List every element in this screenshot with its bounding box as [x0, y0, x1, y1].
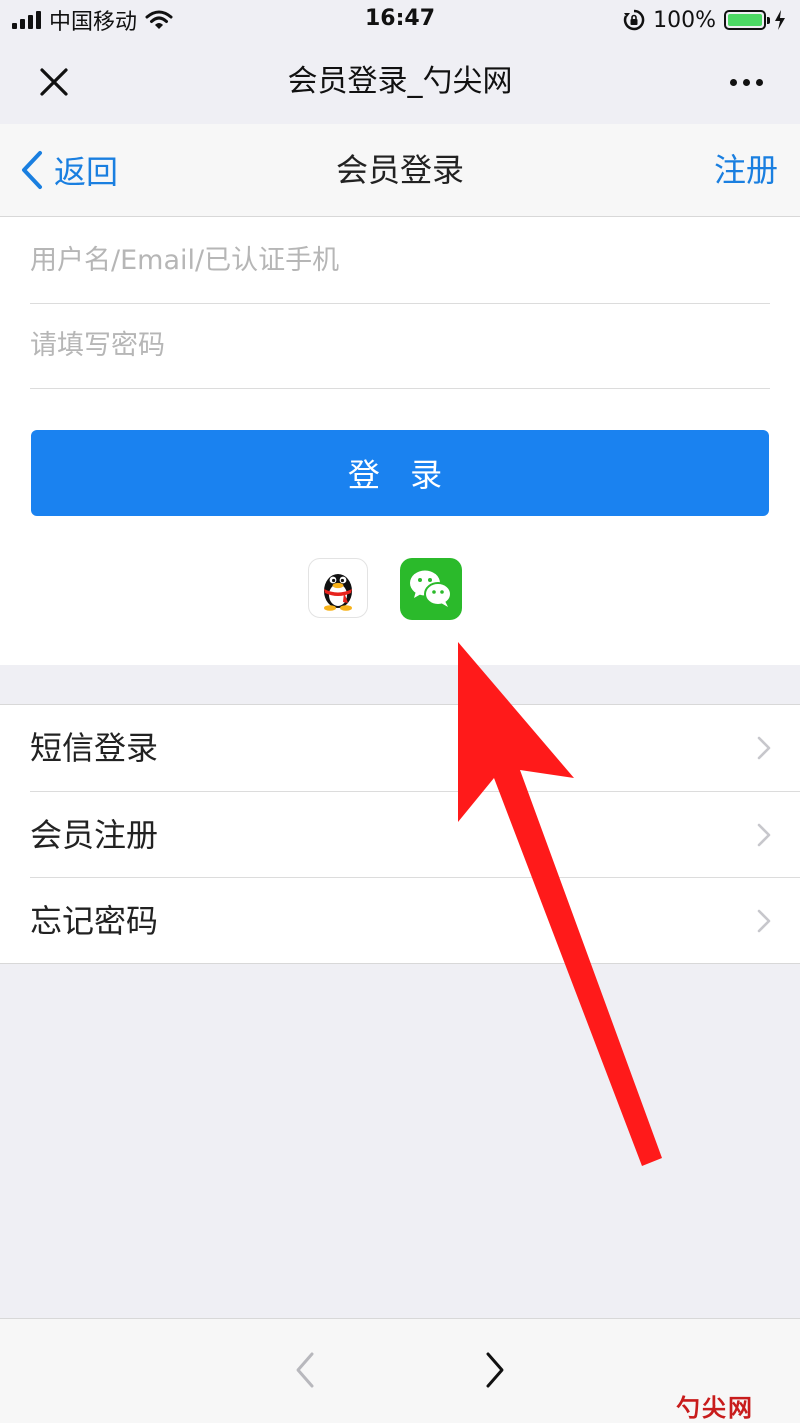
options-list: 短信登录 会员注册 忘记密码 — [0, 704, 800, 964]
qq-login-button[interactable] — [308, 558, 368, 618]
member-register-item[interactable]: 会员注册 — [0, 792, 800, 878]
chevron-left-icon — [22, 151, 42, 189]
charging-icon — [775, 10, 785, 30]
register-link[interactable]: 注册 — [714, 146, 778, 194]
menu-item-label: 会员注册 — [30, 816, 159, 854]
back-button[interactable]: 返回 — [20, 146, 118, 194]
password-input[interactable] — [30, 302, 770, 388]
chevron-right-icon — [757, 823, 771, 847]
close-icon — [40, 68, 68, 96]
wechat-icon — [410, 570, 452, 607]
status-right: 100% — [623, 6, 786, 34]
browser-back-button[interactable] — [290, 1350, 320, 1390]
wechat-login-button[interactable] — [400, 558, 462, 620]
back-label: 返回 — [54, 153, 119, 191]
more-button[interactable] — [722, 62, 770, 102]
login-button[interactable]: 登 录 — [31, 430, 769, 516]
chevron-right-icon — [486, 1352, 504, 1388]
wechat-title-bar — [0, 40, 800, 124]
battery-icon — [724, 10, 770, 30]
chevron-left-icon — [296, 1352, 314, 1388]
sms-login-item[interactable]: 短信登录 — [0, 705, 800, 791]
menu-item-label: 短信登录 — [30, 729, 159, 767]
forgot-password-item[interactable]: 忘记密码 — [0, 878, 800, 964]
browser-forward-button[interactable] — [480, 1350, 510, 1390]
rotation-lock-icon — [623, 9, 645, 31]
password-field-row — [30, 302, 770, 389]
menu-item-label: 忘记密码 — [30, 902, 159, 940]
battery-percent: 100% — [653, 7, 716, 33]
page-nav-bar — [0, 124, 800, 217]
qq-penguin-icon — [324, 574, 352, 611]
watermark: 勺尖网 — [676, 1393, 754, 1422]
close-button[interactable] — [30, 62, 78, 102]
chevron-right-icon — [757, 909, 771, 933]
username-field-row — [30, 217, 770, 304]
chevron-right-icon — [757, 736, 771, 760]
username-input[interactable] — [30, 217, 770, 303]
more-dots-icon — [729, 78, 737, 86]
